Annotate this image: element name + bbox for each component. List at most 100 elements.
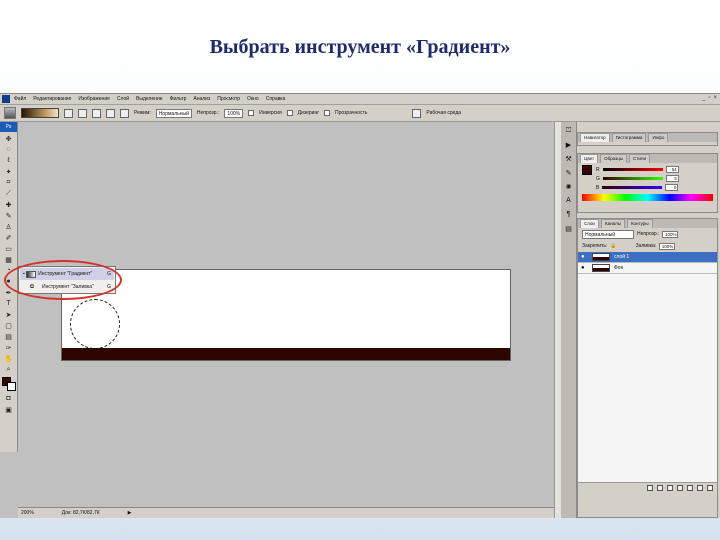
tab-swatches[interactable]: Образцы — [600, 154, 628, 163]
menu-analysis[interactable]: Анализ — [193, 96, 210, 102]
radial-gradient-button[interactable] — [78, 108, 87, 118]
menu-select[interactable]: Выделение — [136, 96, 163, 102]
dither-checkbox[interactable] — [286, 110, 293, 116]
shape-tool-icon[interactable]: ▢ — [3, 321, 15, 330]
mode-label: Режим: — [134, 110, 151, 116]
clone-source-icon[interactable]: ✺ — [564, 183, 574, 192]
actions-icon[interactable]: ▶ — [564, 141, 574, 150]
lasso-tool-icon[interactable]: ℓ — [3, 156, 15, 165]
tool-presets-icon[interactable]: ⚒ — [564, 155, 574, 164]
linear-gradient-button[interactable] — [64, 108, 73, 118]
tab-histogram[interactable]: Гистограмма — [611, 133, 647, 142]
trash-icon[interactable] — [707, 484, 713, 491]
workspace-label[interactable]: Рабочая среда — [426, 110, 461, 116]
transparency-checkbox[interactable] — [324, 110, 331, 116]
healing-brush-tool-icon[interactable]: ✚ — [3, 200, 15, 209]
menu-help[interactable]: Справка — [266, 96, 286, 102]
restore-icon[interactable]: ▫ — [708, 95, 710, 101]
navigator-tabs: Навигатор Гистограмма Инфо — [578, 133, 717, 142]
fill-field[interactable]: 100% — [659, 242, 676, 250]
eye-icon[interactable]: ● — [581, 265, 588, 271]
vertical-scrollbar[interactable] — [554, 122, 561, 518]
workspace-icon[interactable] — [412, 108, 422, 118]
tab-layers[interactable]: Слои — [580, 219, 599, 228]
red-highlight-ellipse — [4, 260, 122, 300]
eyedropper-tool-icon[interactable]: ✑ — [3, 343, 15, 352]
tab-paths[interactable]: Контуры — [626, 219, 653, 228]
menu-filter[interactable]: Фильтр — [170, 96, 187, 102]
layer-style-icon[interactable] — [657, 484, 663, 491]
notes-tool-icon[interactable]: ▤ — [3, 332, 15, 341]
paragraph-icon[interactable]: ¶ — [564, 211, 574, 220]
mode-select[interactable]: Нормальный — [155, 108, 192, 118]
path-selection-tool-icon[interactable]: ➤ — [3, 310, 15, 319]
minimize-icon[interactable]: _ — [702, 95, 705, 101]
crop-tool-icon[interactable]: ⌗ — [3, 178, 15, 187]
menu-file[interactable]: Файл — [14, 96, 26, 102]
red-slider[interactable] — [602, 168, 663, 171]
document-canvas[interactable] — [61, 269, 511, 361]
green-slider[interactable] — [602, 177, 663, 180]
hand-tool-icon[interactable]: ✋ — [3, 354, 15, 363]
marquee-tool-icon[interactable]: ◌ — [3, 145, 15, 154]
layer-comps-icon[interactable]: ▤ — [564, 225, 574, 234]
blue-value[interactable]: 0 — [665, 184, 679, 191]
background-color-swatch[interactable] — [6, 382, 16, 391]
eraser-tool-icon[interactable]: ▭ — [3, 244, 15, 253]
diamond-gradient-button[interactable] — [120, 108, 129, 118]
color-row-b: B 0 — [592, 183, 679, 192]
adjustment-layer-icon[interactable] — [677, 484, 683, 491]
tab-styles[interactable]: Стили — [629, 154, 650, 163]
color-swatches[interactable] — [1, 377, 16, 391]
move-tool-icon[interactable]: ✥ — [3, 134, 15, 143]
tab-info[interactable]: Инфо — [648, 133, 669, 142]
tab-navigator[interactable]: Навигатор — [580, 133, 610, 142]
zoom-level[interactable]: 200% — [21, 510, 34, 516]
reflected-gradient-button[interactable] — [106, 108, 115, 118]
menu-edit[interactable]: Редактирование — [33, 96, 71, 102]
layer-opacity-field[interactable]: 100% — [662, 230, 679, 238]
color-spectrum[interactable] — [582, 194, 713, 201]
layer-row[interactable]: ● слой 1 — [578, 252, 717, 263]
menu-image[interactable]: Изображение — [78, 96, 110, 102]
clone-stamp-tool-icon[interactable]: ♙ — [3, 222, 15, 231]
status-arrow-icon[interactable]: ▶ — [128, 510, 132, 516]
blend-mode-select[interactable]: Нормальный — [582, 229, 634, 239]
blue-slider[interactable] — [602, 186, 663, 189]
status-bar: 200% Док: 82,7К/82,7К ▶ — [18, 507, 554, 518]
quick-mask-icon[interactable]: ◘ — [3, 394, 15, 403]
layers-list: ● слой 1 ● Фон — [578, 252, 717, 492]
gradient-picker[interactable] — [21, 108, 59, 118]
history-brush-tool-icon[interactable]: ✐ — [3, 233, 15, 242]
eye-icon[interactable]: ● — [581, 254, 588, 260]
close-icon[interactable]: × — [713, 95, 717, 101]
character-icon[interactable]: A — [564, 197, 574, 206]
layer-mask-icon[interactable] — [667, 484, 673, 491]
menu-view[interactable]: Просмотр — [217, 96, 240, 102]
link-layers-icon[interactable] — [647, 484, 653, 491]
tab-channels[interactable]: Каналы — [600, 219, 625, 228]
reverse-checkbox[interactable] — [248, 110, 255, 116]
green-value[interactable]: 5 — [665, 175, 679, 182]
gradient-tool-icon[interactable]: ▦ — [3, 255, 15, 264]
menu-window[interactable]: Окно — [247, 96, 259, 102]
zoom-tool-icon[interactable]: ⌕ — [3, 365, 15, 374]
new-group-icon[interactable] — [687, 484, 693, 491]
gradient-tool-preset-icon[interactable] — [4, 107, 16, 119]
lock-icon[interactable]: 🔒 — [610, 243, 616, 249]
magic-wand-tool-icon[interactable]: ✦ — [3, 167, 15, 176]
opacity-field[interactable]: 100% — [224, 108, 244, 118]
layer-row[interactable]: ● Фон — [578, 263, 717, 274]
angle-gradient-button[interactable] — [92, 108, 101, 118]
current-color-chip[interactable] — [582, 165, 592, 175]
slice-tool-icon[interactable]: ⟋ — [3, 189, 15, 198]
screen-mode-icon[interactable]: ▣ — [3, 405, 15, 414]
brush-tool-icon[interactable]: ✎ — [3, 211, 15, 220]
menu-layer[interactable]: Слой — [117, 96, 129, 102]
type-tool-icon[interactable]: T — [3, 299, 15, 308]
history-icon[interactable]: ⏍ — [564, 127, 574, 136]
brushes-icon[interactable]: ✎ — [564, 169, 574, 178]
tab-color[interactable]: Цвет — [580, 154, 599, 163]
red-value[interactable]: 54 — [665, 166, 679, 173]
new-layer-icon[interactable] — [697, 484, 703, 491]
